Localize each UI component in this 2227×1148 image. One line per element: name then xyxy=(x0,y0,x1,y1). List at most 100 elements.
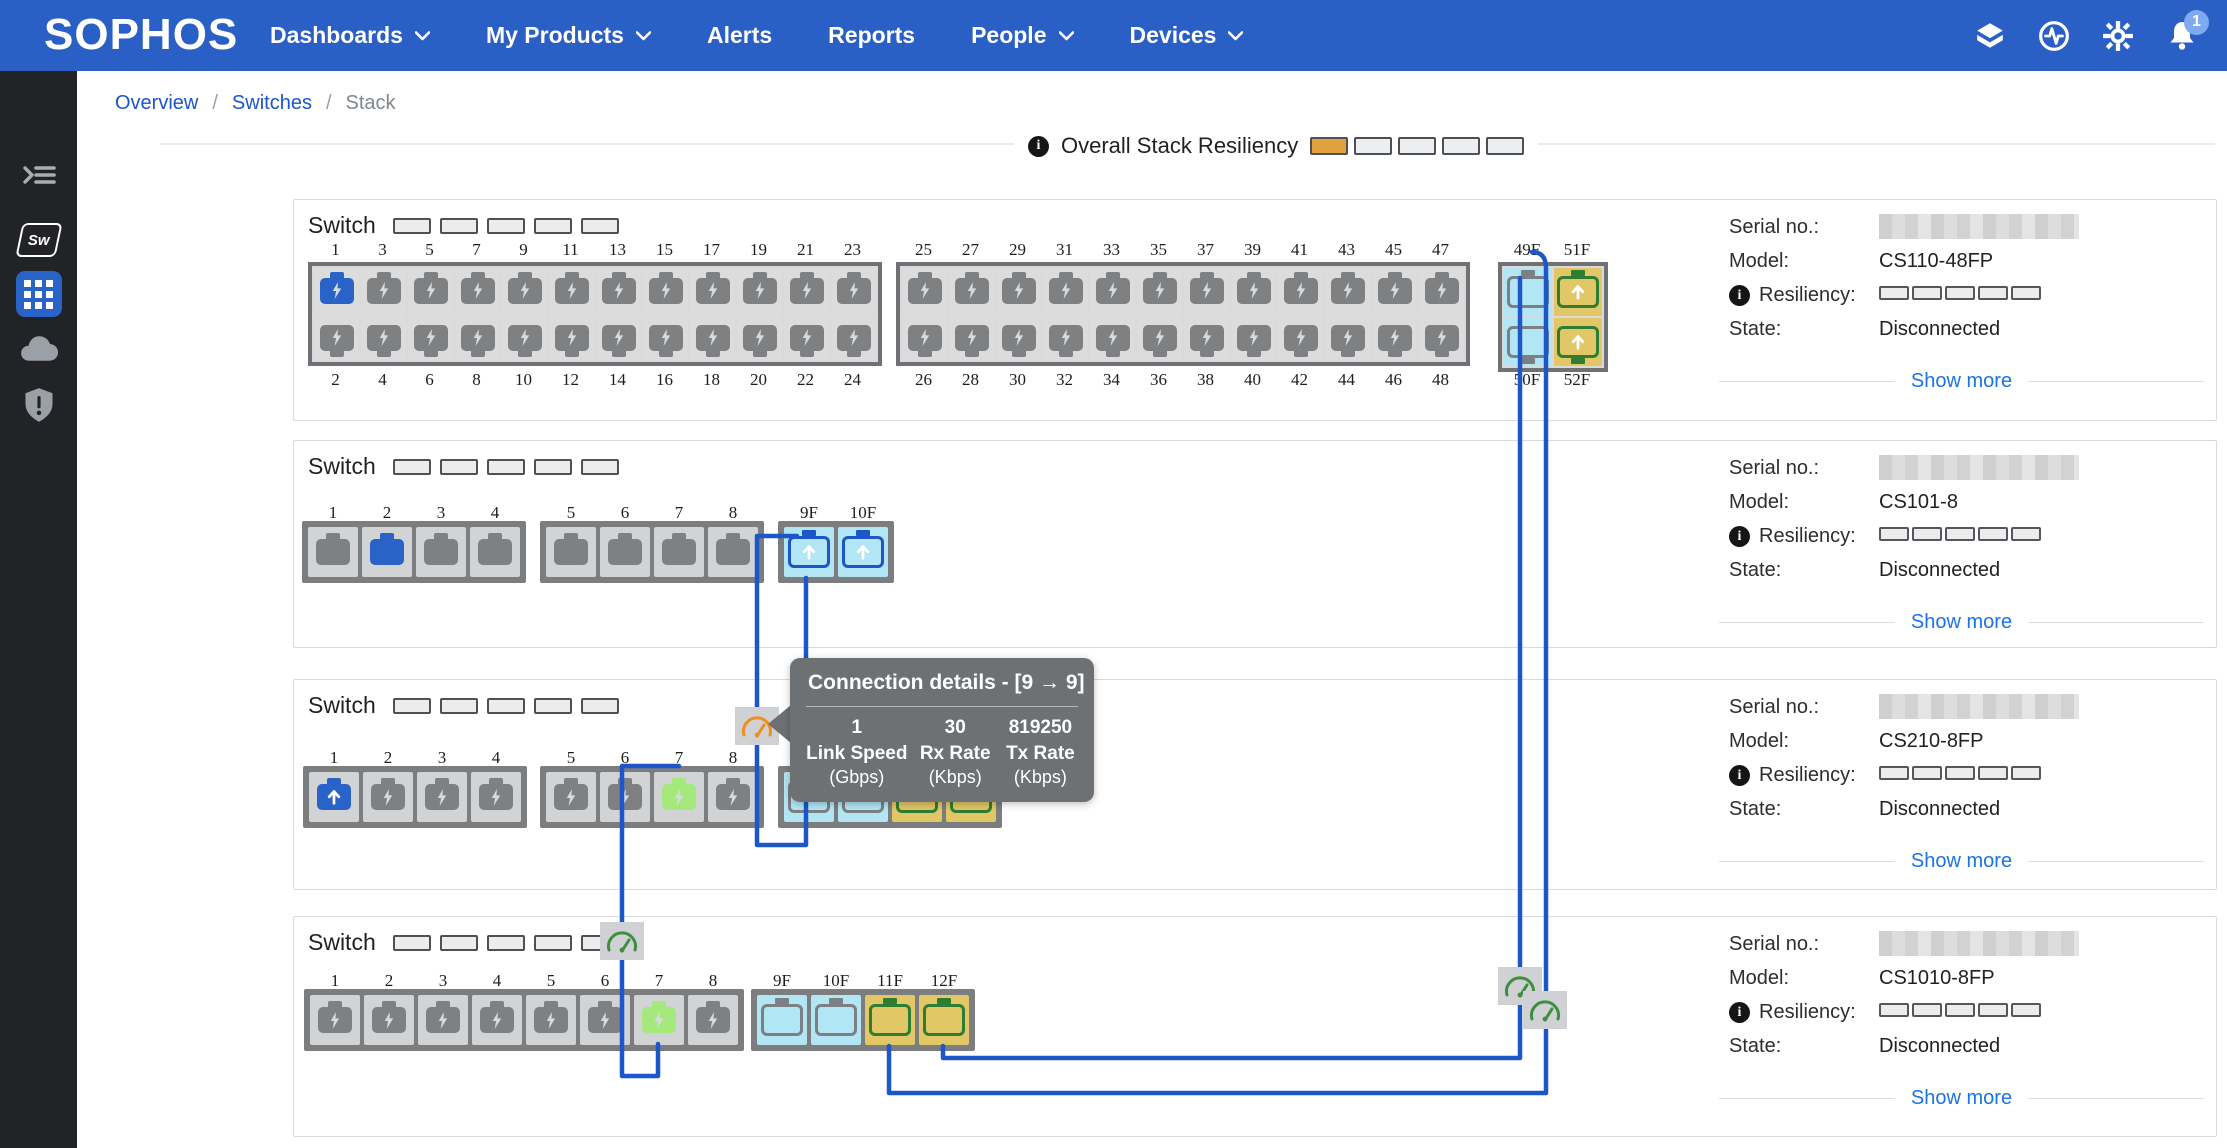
port-51F[interactable] xyxy=(1554,268,1602,316)
nav-item-reports[interactable]: Reports xyxy=(828,22,915,49)
show-more-link[interactable]: Show more xyxy=(1911,370,2012,393)
port-6[interactable] xyxy=(580,995,630,1045)
port-42[interactable] xyxy=(1278,315,1323,360)
port-3[interactable] xyxy=(416,527,466,577)
port-31[interactable] xyxy=(1043,268,1088,313)
port-36[interactable] xyxy=(1137,315,1182,360)
port-1[interactable] xyxy=(314,268,359,313)
info-icon[interactable]: i xyxy=(1729,1002,1750,1023)
sidebar-item-apps-grid[interactable] xyxy=(16,271,62,317)
sidebar-item-security[interactable] xyxy=(23,387,55,423)
port-38[interactable] xyxy=(1184,315,1229,360)
port-18[interactable] xyxy=(690,315,735,360)
nav-item-people[interactable]: People xyxy=(971,22,1073,49)
port-17[interactable] xyxy=(690,268,735,313)
port-8[interactable] xyxy=(708,772,758,822)
port-23[interactable] xyxy=(831,268,876,313)
info-icon[interactable]: i xyxy=(1729,526,1750,547)
sidebar-collapse-button[interactable] xyxy=(21,159,57,191)
port-11[interactable] xyxy=(549,268,594,313)
port-24[interactable] xyxy=(831,315,876,360)
port-10F[interactable] xyxy=(811,995,861,1045)
port-3[interactable] xyxy=(361,268,406,313)
port-37[interactable] xyxy=(1184,268,1229,313)
port-7[interactable] xyxy=(455,268,500,313)
port-4[interactable] xyxy=(470,527,520,577)
port-5[interactable] xyxy=(526,995,576,1045)
speed-gauge-icon-green[interactable] xyxy=(1523,991,1567,1029)
info-icon[interactable]: i xyxy=(1729,285,1750,306)
port-30[interactable] xyxy=(996,315,1041,360)
show-more-link[interactable]: Show more xyxy=(1911,1087,2012,1110)
port-6[interactable] xyxy=(600,772,650,822)
port-20[interactable] xyxy=(737,315,782,360)
port-35[interactable] xyxy=(1137,268,1182,313)
port-5[interactable] xyxy=(546,772,596,822)
port-22[interactable] xyxy=(784,315,829,360)
port-1[interactable] xyxy=(308,527,358,577)
show-more-link[interactable]: Show more xyxy=(1911,611,2012,634)
port-8[interactable] xyxy=(708,527,758,577)
port-32[interactable] xyxy=(1043,315,1088,360)
port-25[interactable] xyxy=(902,268,947,313)
port-28[interactable] xyxy=(949,315,994,360)
speed-gauge-icon-green[interactable] xyxy=(600,922,644,960)
port-4[interactable] xyxy=(361,315,406,360)
port-1[interactable] xyxy=(310,995,360,1045)
port-50F[interactable] xyxy=(1504,318,1552,366)
port-47[interactable] xyxy=(1419,268,1464,313)
port-12F[interactable] xyxy=(919,995,969,1045)
port-29[interactable] xyxy=(996,268,1041,313)
port-3[interactable] xyxy=(418,995,468,1045)
port-12[interactable] xyxy=(549,315,594,360)
notifications-bell-icon[interactable]: 1 xyxy=(2165,19,2199,53)
sidebar-item-cloud[interactable] xyxy=(19,333,59,363)
port-39[interactable] xyxy=(1231,268,1276,313)
breadcrumb-overview[interactable]: Overview xyxy=(115,92,198,115)
port-2[interactable] xyxy=(364,995,414,1045)
port-34[interactable] xyxy=(1090,315,1135,360)
port-10[interactable] xyxy=(502,315,547,360)
port-11F[interactable] xyxy=(865,995,915,1045)
port-7[interactable] xyxy=(654,527,704,577)
port-41[interactable] xyxy=(1278,268,1323,313)
port-45[interactable] xyxy=(1372,268,1417,313)
port-49F[interactable] xyxy=(1504,268,1552,316)
port-10F[interactable] xyxy=(838,527,888,577)
sidebar-item-switch-product[interactable]: Sw xyxy=(19,223,59,257)
port-19[interactable] xyxy=(737,268,782,313)
port-16[interactable] xyxy=(643,315,688,360)
port-4[interactable] xyxy=(472,995,522,1045)
breadcrumb-switches[interactable]: Switches xyxy=(232,92,312,115)
port-13[interactable] xyxy=(596,268,641,313)
port-52F[interactable] xyxy=(1554,318,1602,366)
port-9[interactable] xyxy=(502,268,547,313)
port-9F[interactable] xyxy=(757,995,807,1045)
port-3[interactable] xyxy=(417,772,467,822)
port-2[interactable] xyxy=(363,772,413,822)
port-46[interactable] xyxy=(1372,315,1417,360)
info-icon[interactable]: i xyxy=(1028,136,1049,157)
port-21[interactable] xyxy=(784,268,829,313)
port-48[interactable] xyxy=(1419,315,1464,360)
port-40[interactable] xyxy=(1231,315,1276,360)
port-4[interactable] xyxy=(471,772,521,822)
port-7[interactable] xyxy=(654,772,704,822)
port-44[interactable] xyxy=(1325,315,1370,360)
port-8[interactable] xyxy=(688,995,738,1045)
port-33[interactable] xyxy=(1090,268,1135,313)
nav-item-devices[interactable]: Devices xyxy=(1130,22,1244,49)
port-8[interactable] xyxy=(455,315,500,360)
nav-item-alerts[interactable]: Alerts xyxy=(707,22,772,49)
sophos-logo[interactable]: SOPHOS xyxy=(44,10,238,60)
health-activity-icon[interactable] xyxy=(2037,19,2071,53)
port-6[interactable] xyxy=(408,315,453,360)
port-2[interactable] xyxy=(314,315,359,360)
nav-item-my-products[interactable]: My Products xyxy=(486,22,651,49)
port-2[interactable] xyxy=(362,527,412,577)
port-5[interactable] xyxy=(546,527,596,577)
gear-icon[interactable] xyxy=(2101,19,2135,53)
port-14[interactable] xyxy=(596,315,641,360)
show-more-link[interactable]: Show more xyxy=(1911,850,2012,873)
port-27[interactable] xyxy=(949,268,994,313)
